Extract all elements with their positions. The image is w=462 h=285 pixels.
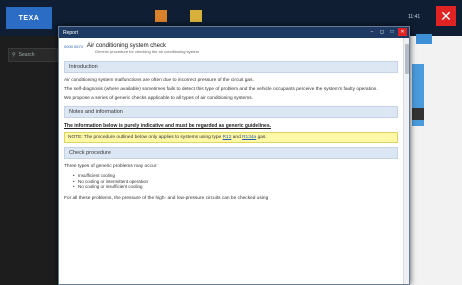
- section-notes: Notes and information: [64, 106, 398, 118]
- app-tab-icon-orange[interactable]: [155, 10, 167, 22]
- scrollbar[interactable]: [403, 38, 409, 284]
- app-logo: TEXA: [6, 7, 52, 29]
- gas-link-r12[interactable]: R12: [223, 135, 232, 140]
- intro-paragraph: Air conditioning system malfunctions are…: [64, 78, 254, 83]
- note-mid: and: [232, 135, 241, 140]
- report-id: 0000 0673: [64, 44, 83, 49]
- warning-text: The information below is purely indicati…: [64, 123, 271, 129]
- dialog-titlebar[interactable]: Report − ◻ □ ✕: [59, 27, 409, 38]
- section-check: Check procedure: [64, 147, 398, 159]
- intro-paragraph: The self-diagnosis (where available) som…: [64, 87, 378, 92]
- report-heading: Air conditioning system check Generic pr…: [87, 43, 199, 54]
- scrollbar-thumb[interactable]: [405, 44, 409, 74]
- intro-paragraph: We propose a series of generic checks ap…: [64, 96, 253, 101]
- app-tab-icon-yellow[interactable]: [190, 10, 202, 22]
- app-status-text: 11:41: [408, 14, 421, 20]
- note-prefix: NOTE: The procedure outlined below only …: [68, 135, 222, 140]
- dialog-title: Report: [63, 29, 79, 36]
- app-search-input[interactable]: ⚲ Search: [8, 48, 58, 62]
- closing-paragraph: For all these problems, the pressure of …: [64, 195, 269, 201]
- search-icon: ⚲: [12, 52, 16, 58]
- dialog-close-button[interactable]: ✕: [398, 28, 407, 36]
- check-intro: Three types of generic problems may occu…: [64, 164, 158, 169]
- section-introduction: Introduction: [64, 61, 398, 73]
- list-item: No cooling or insufficient cooling: [73, 184, 398, 190]
- gas-link-r134a[interactable]: R134a: [242, 135, 256, 140]
- app-right-dark-item[interactable]: [412, 108, 424, 120]
- minimize-icon[interactable]: −: [368, 28, 376, 36]
- report-content: 0000 0673 Air conditioning system check …: [59, 38, 403, 284]
- check-list: Insufficient cooling No cooling or inter…: [73, 173, 398, 190]
- report-header: 0000 0673 Air conditioning system check …: [64, 41, 398, 57]
- dialog-controls: − ◻ □ ✕: [368, 28, 407, 36]
- app-close-button[interactable]: ✕: [436, 6, 456, 26]
- app-right-button[interactable]: [416, 34, 432, 44]
- report-subtitle: Generic procedure for checking the air c…: [94, 49, 200, 54]
- note-box: NOTE: The procedure outlined below only …: [64, 132, 398, 143]
- report-dialog: Report − ◻ □ ✕ 0000 0673 Air conditionin…: [58, 26, 410, 285]
- app-left-panel: [0, 36, 60, 285]
- app-search-placeholder: Search: [18, 52, 35, 58]
- maximize-icon[interactable]: □: [388, 28, 396, 36]
- download-arrow-icon[interactable]: ↓: [446, 34, 450, 43]
- restore-icon[interactable]: ◻: [378, 28, 386, 36]
- note-suffix: gas.: [257, 135, 267, 140]
